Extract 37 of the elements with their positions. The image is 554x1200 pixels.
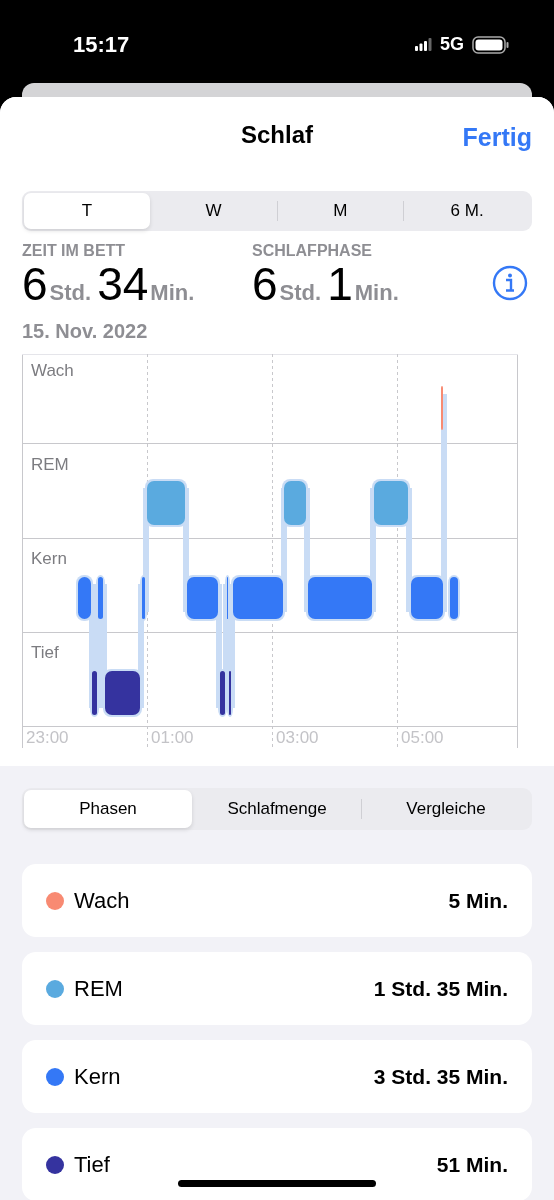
summary-value: 6 <box>252 261 278 307</box>
segment-tab[interactable]: M <box>277 193 404 229</box>
signal-icon <box>415 38 432 51</box>
unit-label: Std. <box>279 279 322 307</box>
sheet-title: Schlaf <box>241 120 313 150</box>
battery-icon <box>472 35 510 54</box>
network-label: 5G <box>440 33 464 56</box>
phase-name: REM <box>74 975 123 1003</box>
unit-label: Min. <box>150 279 195 307</box>
summary-label: SCHLAFPHASE <box>252 241 373 261</box>
segment-tab[interactable]: Vergleiche <box>362 790 530 828</box>
summary-label: ZEIT IM BETT <box>22 241 127 261</box>
done-button[interactable]: Fertig <box>462 119 532 157</box>
segment-tab[interactable]: T <box>24 193 150 229</box>
summary-value: 1 <box>327 261 353 307</box>
segment-tab[interactable]: Phasen <box>24 790 192 828</box>
segment-tab[interactable]: W <box>150 193 277 229</box>
unit-label: Std. <box>49 279 92 307</box>
stage-label: Kern <box>31 548 67 570</box>
status-time: 15:17 <box>73 31 130 59</box>
phase-name: Tief <box>74 1151 110 1179</box>
info-icon[interactable] <box>492 265 528 301</box>
stage-label: REM <box>31 454 69 476</box>
phase-name: Kern <box>74 1063 121 1091</box>
stage-label: Tief <box>31 642 59 664</box>
phase-name: Wach <box>74 887 130 915</box>
date-label: 15. Nov. 2022 <box>22 319 149 344</box>
stage-label: Wach <box>31 360 74 382</box>
unit-label: Min. <box>354 279 399 307</box>
segment-tab[interactable]: Schlafmenge <box>193 790 361 828</box>
summary-value: 34 <box>97 261 149 307</box>
phase-duration: 3 Std. 35 Min. <box>373 1063 508 1090</box>
summary-value: 6 <box>22 261 48 307</box>
segment-tab[interactable]: 6 M. <box>404 193 530 229</box>
phase-duration: 51 Min. <box>436 1151 508 1178</box>
phase-duration: 1 Std. 35 Min. <box>373 975 508 1002</box>
phase-duration: 5 Min. <box>448 887 508 914</box>
